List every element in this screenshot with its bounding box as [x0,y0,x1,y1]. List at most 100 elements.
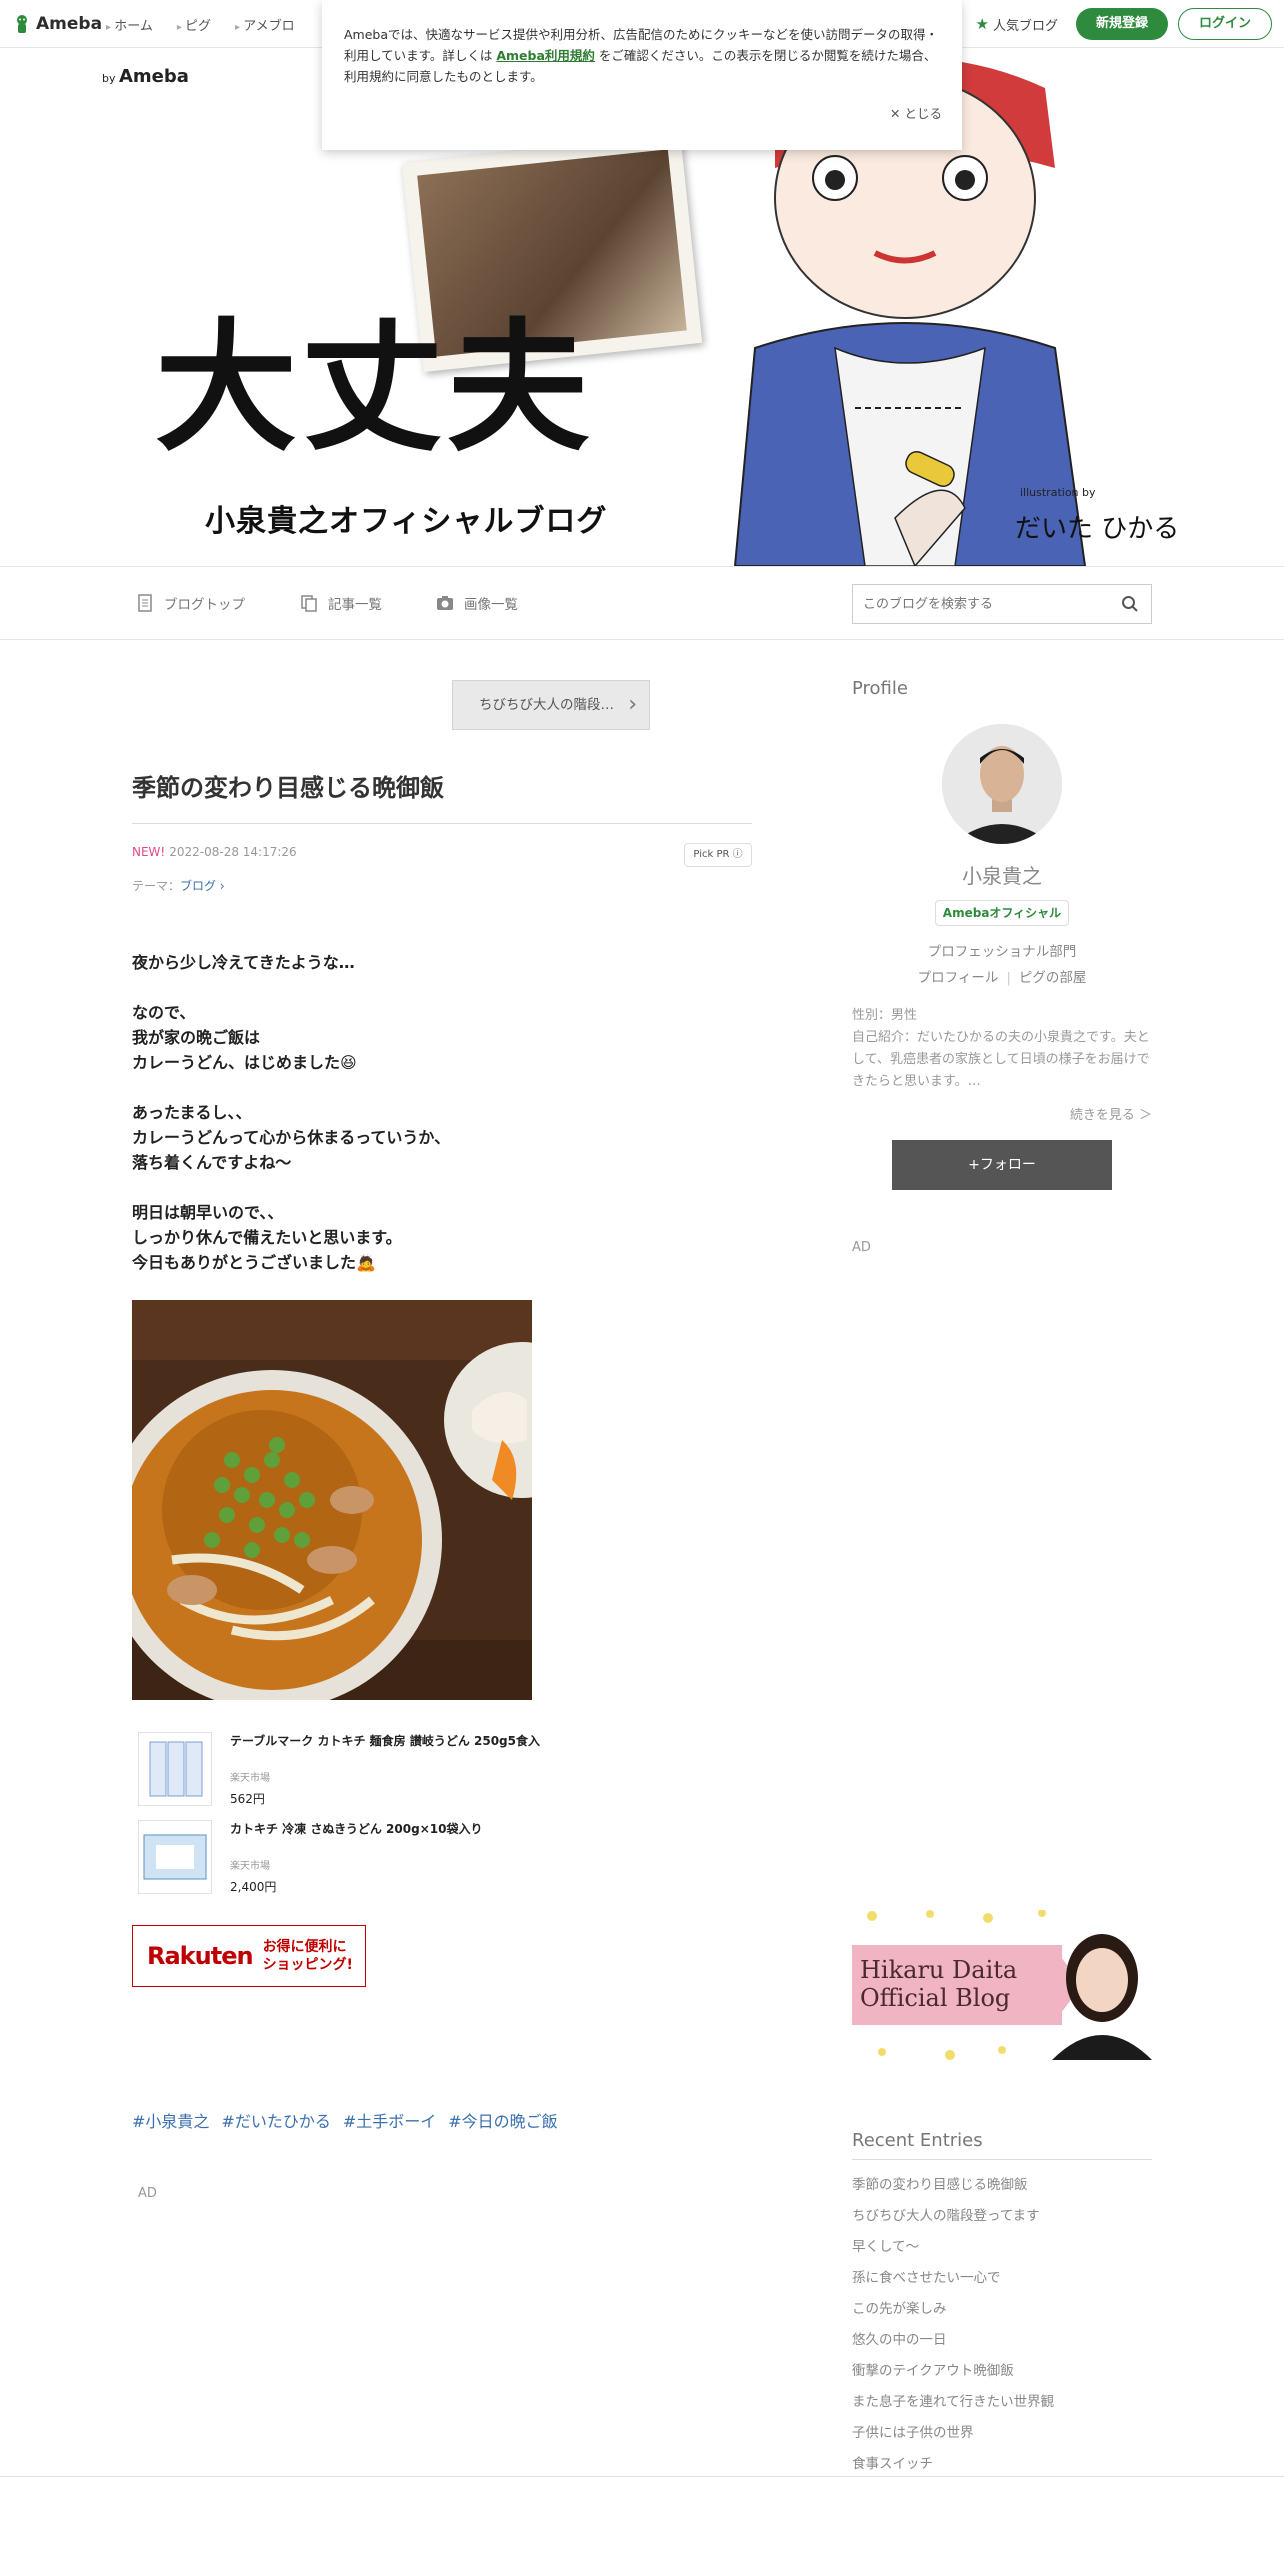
blog-subtitle: 小泉貴之オフィシャルブログ [205,504,608,539]
cookie-close-button[interactable]: ✕ とじる [890,103,942,124]
profile-links: プロフィール | ピグの部屋 [917,970,1087,986]
camera-icon [437,596,453,610]
ad-label: AD [138,2186,157,2201]
close-icon: ✕ [890,106,905,121]
entry-meta: NEW! 2022-08-28 14:17:26 [132,845,297,859]
by-ameba-logo: by Ameba [102,66,189,87]
star-icon: ★ [975,15,989,33]
blog-search [852,584,1152,624]
document-icon [138,594,152,612]
hashtag-link[interactable]: #土手ボーイ [343,2108,436,2132]
rakuten-promo-line2: ショッピング! [262,1957,353,1973]
hashtag-link[interactable]: #小泉貴之 [132,2108,209,2132]
profile-heading: Profile [852,678,908,699]
terms-link[interactable]: Ameba利用規約 [496,48,595,63]
theme-link-label: ブログ [180,879,217,893]
recent-entry-link[interactable]: この先が楽しみ [852,2294,1152,2325]
entry-body: 夜から少し冷えてきたような… なので、 我が家の晩ご飯は カレーうどん、はじめま… [132,953,451,1272]
follow-button[interactable]: +フォロー [892,1140,1112,1190]
entry-datetime: 2022-08-28 14:17:26 [169,845,297,859]
profile-description: 性別：男性 自己紹介：だいたひかるの夫の小泉貴之です。夫として、乳癌患者の家族と… [852,1005,1152,1093]
previous-entry-label: ちびちび大人の階段… [479,697,614,713]
nav-blog-top-label: ブログトップ [164,597,245,613]
curry-udon-photo[interactable] [132,1300,532,1700]
pig-room-link[interactable]: ピグの部屋 [1019,970,1087,986]
product-thumbnail [138,1820,212,1894]
product-thumbnail [138,1732,212,1806]
product-card[interactable]: テーブルマーク カトキチ 麺食房 讃岐うどん 250g5食入 楽天市場 562円 [138,1732,540,1807]
cookie-close-label: とじる [904,106,942,121]
nav-ameblo[interactable]: アメブロ [235,15,294,34]
chevron-right-icon: › [628,692,637,717]
nav-home[interactable]: ホーム [106,15,153,34]
product-name[interactable]: テーブルマーク カトキチ 麺食房 讃岐うどん 250g5食入 [230,1732,540,1749]
cookie-consent-dialog: Amebaでは、快適なサービス提供や利用分析、広告配信のためにクッキーなどを使い… [322,0,962,150]
by-label: by [102,72,116,85]
official-badge: Amebaオフィシャル [935,900,1069,926]
curry-udon-image [132,1300,532,1700]
profile-link[interactable]: プロフィール [918,970,999,986]
rakuten-promo: お得に便利に ショッピング! [263,1938,353,1974]
footer-divider [0,2476,1284,2477]
hikaru-banner-line2: Official Blog [860,1984,1011,2012]
ameba-brand: Ameba [119,66,189,87]
hikaru-daita-blog-banner[interactable]: Hikaru Daita Official Blog [852,1910,1152,2060]
nav-entry-list[interactable]: 記事一覧 [300,593,382,613]
profile-avatar[interactable] [942,724,1062,844]
entry-title: 季節の変わり目感じる晩御飯 [132,768,752,824]
rakuten-logo: Rakuten [147,1942,254,1970]
recent-entry-link[interactable]: 孫に食べさせたい一心で [852,2263,1152,2294]
blog-search-input[interactable] [853,585,1103,623]
global-nav: ホーム ピグ アメブロ [106,15,294,34]
ameba-mascot-icon [17,15,27,33]
pickpr-badge[interactable]: Pick PR ⓘ [684,843,752,867]
product-shop: 楽天市場 [230,1773,270,1784]
nav-image-list-label: 画像一覧 [464,597,518,613]
ameba-wordmark: Ameba [36,14,103,34]
illustrator-signature: だいた ひかる [1015,514,1180,544]
profile-intro: 自己紹介：だいたひかるの夫の小泉貴之です。夫として、乳癌患者の家族として日頃の様… [852,1030,1150,1089]
recent-entry-link[interactable]: ちびちび大人の階段登ってます [852,2201,1152,2232]
hashtag-list: #小泉貴之 #だいたひかる #土手ボーイ #今日の晩ご飯 [132,2108,558,2132]
recent-entry-link[interactable]: 衝撃のテイクアウト晩御飯 [852,2356,1152,2387]
blog-nav: ブログトップ 記事一覧 画像一覧 [0,566,1284,640]
recent-entry-link[interactable]: 悠久の中の一日 [852,2325,1152,2356]
product-shop: 楽天市場 [230,1861,270,1872]
nav-image-list[interactable]: 画像一覧 [436,593,518,613]
product-card[interactable]: カトキチ 冷凍 さぬきうどん 200g×10袋入り 楽天市場 2,400円 [138,1820,482,1895]
nav-pigg[interactable]: ピグ [177,15,211,34]
entry-theme: テーマ：ブログ › [132,877,225,894]
hikaru-banner-line1: Hikaru Daita [860,1956,1018,1984]
search-icon[interactable] [1121,595,1139,613]
recent-entries-heading: Recent Entries [852,2130,1152,2160]
illustration-credit: illustration by [1020,486,1096,499]
recent-entry-link[interactable]: また息子を連れて行きたい世界観 [852,2387,1152,2418]
theme-link[interactable]: ブログ › [180,879,225,893]
product-price: 562円 [230,1792,265,1806]
hashtag-link[interactable]: #だいたひかる [221,2108,330,2132]
login-button[interactable]: ログイン [1177,8,1272,40]
read-more-link[interactable]: 続きを見る ＞ [852,1104,1152,1123]
product-name[interactable]: カトキチ 冷凍 さぬきうどん 200g×10袋入り [230,1820,482,1837]
profile-category: プロフェッショナル部門 [927,944,1077,960]
recent-entry-link[interactable]: 子供には子供の世界 [852,2418,1152,2449]
profile-gender: 性別：男性 [852,1008,918,1023]
header-actions: ★ 人気ブログ 新規登録 ログイン [976,8,1272,40]
previous-entry-button[interactable]: ちびちび大人の階段… › [452,680,650,730]
ameba-logo[interactable]: Ameba [12,12,102,36]
rakuten-banner[interactable]: Rakuten お得に便利に ショッピング! [132,1925,366,1987]
recent-entry-link[interactable]: 早くして〜 [852,2232,1152,2263]
rakuten-promo-line1: お得に便利に [262,1939,347,1955]
nav-entry-list-label: 記事一覧 [328,597,382,613]
ad-label: AD [852,1240,871,1255]
nav-blog-top[interactable]: ブログトップ [136,593,245,613]
copy-icon [301,595,317,612]
hashtag-link[interactable]: #今日の晩ご飯 [448,2108,557,2132]
recent-entries-list: 季節の変わり目感じる晩御飯 ちびちび大人の階段登ってます 早くして〜 孫に食べさ… [852,2170,1152,2480]
profile-name[interactable]: 小泉貴之 [852,860,1152,889]
signup-button[interactable]: 新規登録 [1075,8,1168,40]
popular-blog-label: 人気ブログ [992,18,1058,34]
product-price: 2,400円 [230,1880,277,1894]
popular-blog-link[interactable]: ★ 人気ブログ [976,15,1058,34]
recent-entry-link[interactable]: 季節の変わり目感じる晩御飯 [852,2170,1152,2201]
